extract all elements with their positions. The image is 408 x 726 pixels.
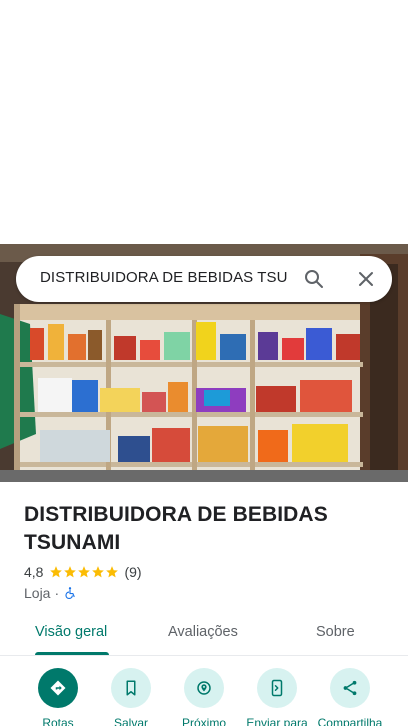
star-icon bbox=[78, 566, 91, 578]
place-category: Loja bbox=[24, 585, 51, 601]
action-bar: Rotas Salvar Próximo Enviar para Compart… bbox=[0, 668, 408, 726]
rating-stars bbox=[49, 565, 119, 579]
map-area-blank bbox=[0, 0, 408, 244]
tab-reviews[interactable]: Avaliações bbox=[168, 624, 238, 640]
search-input[interactable]: DISTRIBUIDORA DE BEBIDAS TSUNAMI bbox=[40, 269, 288, 286]
place-category-row: Loja · bbox=[24, 584, 77, 602]
rating-value: 4,8 bbox=[24, 564, 44, 580]
nearby-button[interactable]: Próximo bbox=[166, 668, 242, 726]
share-label: Compartilha bbox=[317, 716, 383, 726]
separator-dot: · bbox=[54, 585, 60, 601]
nearby-icon bbox=[197, 681, 211, 695]
directions-icon bbox=[50, 680, 66, 696]
star-icon bbox=[64, 566, 77, 578]
review-count[interactable]: (9) bbox=[124, 564, 141, 580]
search-icon[interactable] bbox=[302, 267, 326, 291]
active-tab-indicator bbox=[35, 652, 109, 655]
save-label: Salvar bbox=[113, 716, 148, 726]
star-icon bbox=[50, 566, 63, 578]
tab-bar: Visão geral Avaliações Sobre bbox=[0, 612, 408, 656]
star-icon bbox=[106, 566, 119, 578]
save-button[interactable]: Salvar bbox=[93, 668, 169, 726]
send-to-phone-button[interactable]: Enviar para bbox=[239, 668, 315, 726]
close-icon[interactable] bbox=[354, 267, 378, 291]
star-icon bbox=[92, 566, 105, 578]
rating-row[interactable]: 4,8 (9) bbox=[24, 563, 142, 581]
directions-button[interactable]: Rotas bbox=[20, 668, 96, 726]
place-title: DISTRIBUIDORA DE BEBIDAS TSUNAMI bbox=[24, 503, 328, 554]
share-button[interactable]: Compartilha bbox=[312, 668, 388, 726]
wheelchair-icon bbox=[65, 587, 75, 600]
tab-about[interactable]: Sobre bbox=[316, 624, 355, 640]
send-to-phone-icon bbox=[271, 679, 283, 697]
send-to-phone-label: Enviar para bbox=[246, 716, 308, 726]
bookmark-icon bbox=[126, 680, 136, 696]
share-icon bbox=[343, 680, 357, 696]
tab-overview[interactable]: Visão geral bbox=[35, 624, 107, 640]
search-bar[interactable]: DISTRIBUIDORA DE BEBIDAS TSUNAMI bbox=[16, 256, 392, 302]
directions-label: Rotas bbox=[42, 716, 74, 726]
nearby-label: Próximo bbox=[181, 716, 226, 726]
